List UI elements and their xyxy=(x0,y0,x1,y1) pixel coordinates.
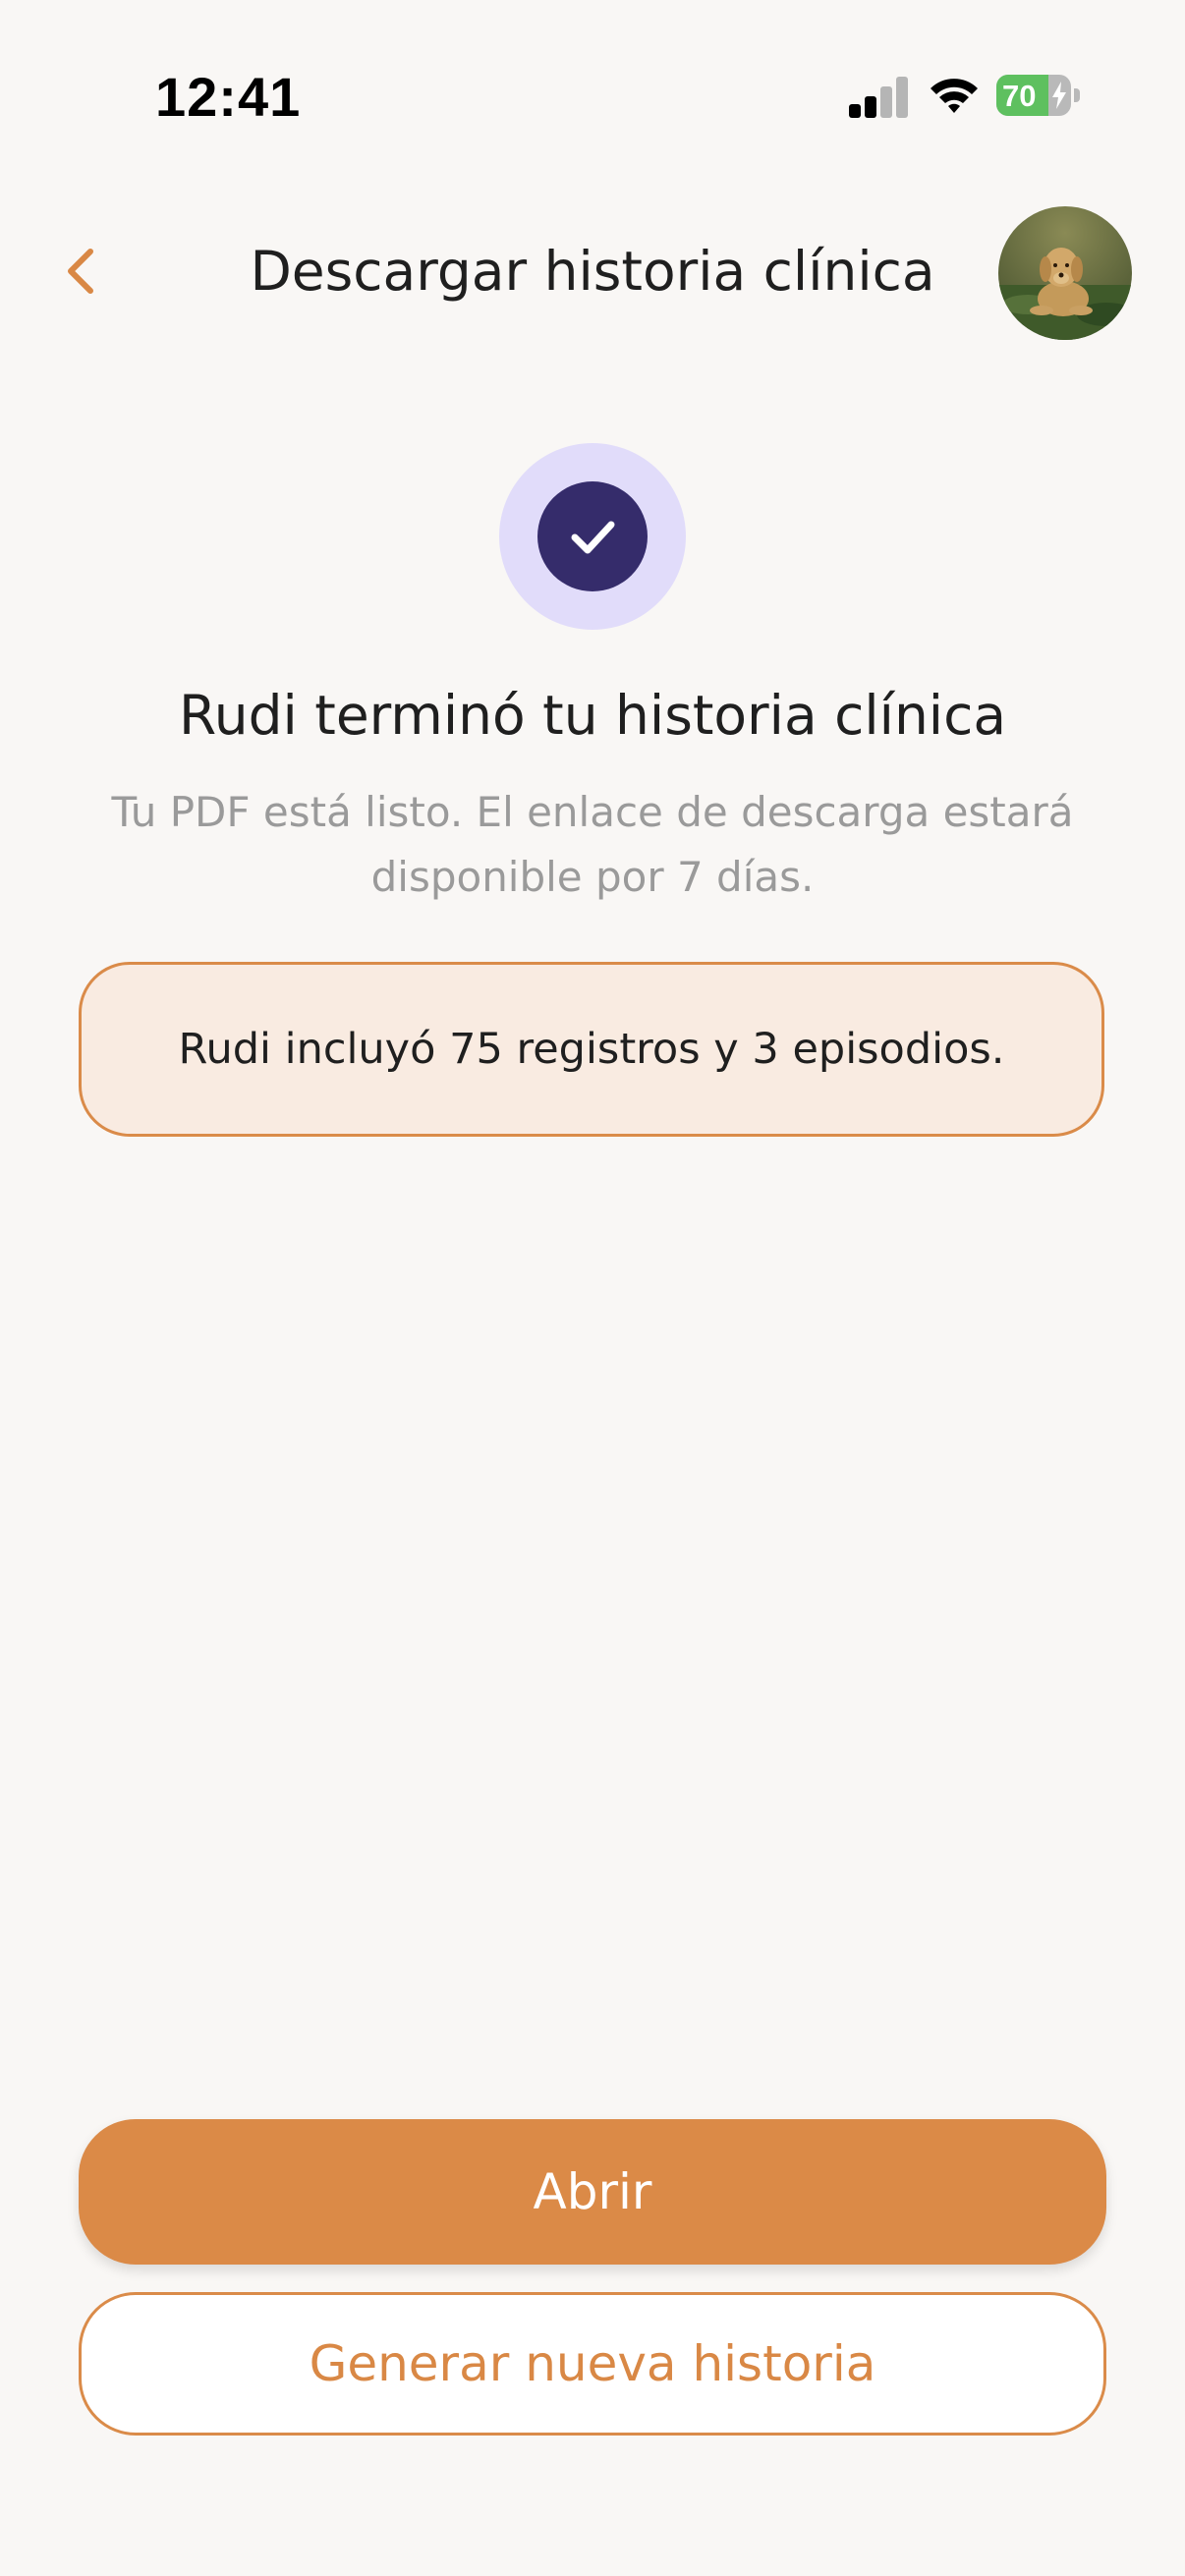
avatar[interactable] xyxy=(998,206,1132,340)
battery-icon: 70 xyxy=(996,75,1081,116)
success-indicator xyxy=(499,443,686,630)
summary-box: Rudi incluyó 75 registros y 3 episodios. xyxy=(79,962,1104,1137)
wifi-icon xyxy=(928,75,981,116)
success-title: Rudi terminó tu historia clínica xyxy=(178,684,1007,747)
generate-new-history-label: Generar nueva historia xyxy=(309,2335,876,2392)
open-button-label: Abrir xyxy=(533,2163,652,2220)
status-time: 12:41 xyxy=(155,66,302,128)
battery-level: 70 xyxy=(1002,79,1037,113)
status-bar: 12:41 70 xyxy=(0,0,1185,196)
success-subtitle: Tu PDF está listo. El enlace de descarga… xyxy=(111,788,1074,901)
summary-text: Rudi incluyó 75 registros y 3 episodios. xyxy=(178,1025,1005,1074)
signal-icon xyxy=(849,77,908,118)
checkmark-icon xyxy=(571,521,615,554)
open-button[interactable]: Abrir xyxy=(79,2119,1106,2265)
generate-new-history-button[interactable]: Generar nueva historia xyxy=(79,2292,1106,2436)
charging-bolt-icon xyxy=(1052,82,1066,109)
